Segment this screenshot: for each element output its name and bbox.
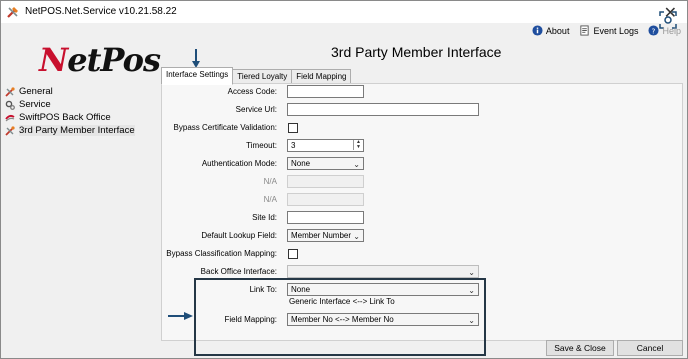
down-arrow-annotation-icon (192, 49, 200, 68)
main-content: About Event Logs ? Help NetPos General S… (1, 11, 687, 358)
app-icon (7, 7, 18, 18)
back-office-interface-label: Back Office Interface: (200, 267, 277, 276)
chevron-down-icon: ⌄ (468, 268, 475, 277)
sidebar-item-3rd-party-member-interface[interactable]: 3rd Party Member Interface (5, 124, 135, 137)
timeout-label: Timeout: (246, 141, 277, 150)
site-id-input[interactable] (287, 211, 364, 224)
bypass-classification-checkbox[interactable] (288, 249, 298, 259)
sidebar-item-swiftpos-back-office[interactable]: SwiftPOS Back Office (5, 111, 135, 124)
log-file-icon (580, 25, 590, 36)
sidebar-item-label: SwiftPOS Back Office (19, 112, 111, 123)
window-title: NetPOS.Net.Service v10.21.58.22 (25, 6, 177, 17)
sidebar-item-service[interactable]: Service (5, 98, 135, 111)
tab-interface-settings[interactable]: Interface Settings (161, 67, 234, 85)
sidebar-nav: General Service SwiftPOS Back Office 3rd… (5, 85, 135, 137)
top-links: About Event Logs ? Help (532, 25, 681, 36)
help-label: Help (662, 25, 681, 36)
wrench-screwdriver-icon (5, 125, 15, 136)
timeout-stepper[interactable]: 3 ▲ ▼ (287, 139, 364, 152)
bypass-certificate-label: Bypass Certificate Validation: (173, 123, 277, 132)
event-logs-label: Event Logs (593, 25, 639, 36)
about-label: About (545, 25, 570, 36)
about-link[interactable]: About (532, 25, 570, 36)
mapping-direction-caption: Generic Interface <--> Link To (289, 297, 395, 306)
access-code-input[interactable] (287, 85, 364, 98)
sidebar-item-label: General (19, 86, 53, 97)
wrench-screwdriver-icon (5, 86, 15, 97)
authentication-mode-value: None (291, 159, 311, 168)
chevron-down-icon: ⌄ (353, 160, 360, 169)
field-mapping-label: Field Mapping: (224, 315, 277, 324)
na-input-1 (287, 175, 364, 188)
page-title: 3rd Party Member Interface (331, 44, 502, 60)
decrement-arrow-icon[interactable]: ▼ (353, 145, 363, 150)
field-mapping-select[interactable]: Member No <--> Member No ⌄ (287, 313, 479, 326)
help-link[interactable]: ? Help (648, 25, 681, 36)
site-id-label: Site Id: (252, 213, 277, 222)
svg-text:?: ? (652, 26, 656, 35)
na-label-2: N/A (263, 195, 277, 204)
gears-icon (5, 100, 15, 110)
timeout-value: 3 (291, 141, 296, 150)
field-mapping-value: Member No <--> Member No (291, 315, 394, 324)
event-logs-link[interactable]: Event Logs (579, 25, 638, 36)
help-icon: ? (648, 25, 660, 36)
chevron-down-icon: ⌄ (353, 232, 360, 241)
link-to-value: None (291, 285, 311, 294)
cancel-button[interactable]: Cancel (617, 340, 683, 356)
chevron-down-icon: ⌄ (468, 286, 475, 295)
authentication-mode-select[interactable]: None ⌄ (287, 157, 364, 170)
bypass-classification-label: Bypass Classification Mapping: (166, 249, 277, 258)
info-icon (532, 25, 543, 36)
authentication-mode-label: Authentication Mode: (201, 159, 277, 168)
service-url-label: Service Url: (235, 105, 277, 114)
sidebar-item-label: Service (19, 99, 51, 110)
tab-tiered-loyalty[interactable]: Tiered Loyalty (232, 69, 293, 84)
tab-field-mapping[interactable]: Field Mapping (291, 69, 352, 84)
default-lookup-select[interactable]: Member Number ⌄ (287, 229, 364, 242)
bypass-certificate-checkbox[interactable] (288, 123, 298, 133)
netpos-logo: NetPos (39, 41, 161, 79)
default-lookup-label: Default Lookup Field: (201, 231, 277, 240)
sidebar-item-label: 3rd Party Member Interface (19, 125, 135, 136)
na-label-1: N/A (263, 177, 277, 186)
title-bar: NetPOS.Net.Service v10.21.58.22 ✕ (1, 1, 687, 23)
default-lookup-value: Member Number (291, 231, 352, 240)
link-to-select[interactable]: None ⌄ (287, 283, 479, 296)
back-office-interface-select[interactable]: ⌄ (287, 265, 479, 278)
access-code-label: Access Code: (227, 87, 277, 96)
chevron-down-icon: ⌄ (468, 316, 475, 325)
sidebar-item-general[interactable]: General (5, 85, 135, 98)
app-window: NetPOS.Net.Service v10.21.58.22 ✕ About … (0, 0, 688, 359)
link-to-label: Link To: (249, 285, 277, 294)
save-and-close-button[interactable]: Save & Close (546, 340, 614, 356)
na-input-2 (287, 193, 364, 206)
swiftpos-icon (5, 114, 15, 121)
service-url-input[interactable] (287, 103, 479, 116)
